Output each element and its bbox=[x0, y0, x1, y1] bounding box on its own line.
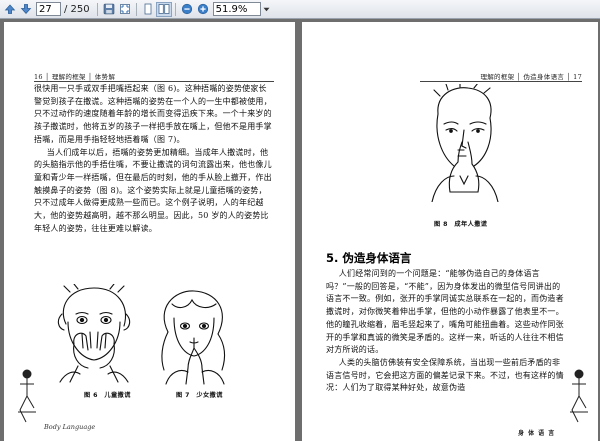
left-running-head: 16 │ 理解的框架 │ 体势解 bbox=[34, 73, 116, 81]
paragraph: 很快用一只手或双手把嘴捂起来（图 6)。这种捂嘴的姿势使家长警觉到孩子在撒谎。这… bbox=[34, 84, 272, 144]
paragraph: 人们经常问到的一个问题是：“能够伪造自己的身体语言吗？”一般的回答是，“不能”，… bbox=[326, 269, 564, 355]
zoom-in-button[interactable] bbox=[195, 2, 211, 17]
figure-6-caption: 图 6 儿童撒谎 bbox=[84, 392, 131, 399]
toolbar-divider bbox=[96, 2, 98, 16]
arrow-up-icon bbox=[4, 4, 16, 14]
left-running-head-rule bbox=[34, 81, 274, 82]
figure-8-adult-touching-nose-illustration bbox=[431, 84, 499, 202]
single-page-icon bbox=[144, 3, 152, 15]
toolbar: / 250 bbox=[0, 0, 600, 19]
single-page-view-button[interactable] bbox=[140, 2, 156, 17]
figure-7-girl-finger-on-lips-illustration bbox=[161, 290, 226, 385]
document-viewport[interactable]: 16 │ 理解的框架 │ 体势解 很快用一只手或双手把嘴捂起来（图 6)。这种捂… bbox=[0, 19, 600, 441]
fit-page-icon bbox=[119, 4, 130, 14]
zoom-out-icon bbox=[181, 3, 192, 15]
chevron-down-icon bbox=[263, 7, 270, 11]
save-button[interactable] bbox=[101, 2, 117, 17]
right-running-head: 理解的框架 │ 伪造身体语言 │ 17 bbox=[480, 73, 582, 81]
arrow-down-icon bbox=[20, 4, 32, 15]
zoom-out-button[interactable] bbox=[179, 2, 195, 17]
page-count-label: / 250 bbox=[64, 3, 90, 15]
floppy-disk-icon bbox=[103, 3, 114, 15]
left-page: 16 │ 理解的框架 │ 体势解 很快用一只手或双手把嘴捂起来（图 6)。这种捂… bbox=[4, 22, 295, 441]
figure-8-caption: 图 8 成年人撒谎 bbox=[434, 221, 488, 228]
next-page-button[interactable] bbox=[18, 2, 34, 17]
two-page-icon bbox=[158, 4, 170, 14]
previous-page-button[interactable] bbox=[2, 2, 18, 17]
left-footer-script: Body Language bbox=[44, 423, 96, 431]
right-footer-label: 身 体 语 言 bbox=[518, 430, 556, 437]
page-number-input[interactable] bbox=[36, 2, 61, 16]
toolbar-divider bbox=[174, 2, 176, 16]
fit-page-button[interactable] bbox=[117, 2, 133, 17]
paragraph: 人类的头脑仿佛装有安全保障系统，当出现一些前后矛盾的非语言信号时，它会把这方面的… bbox=[326, 357, 564, 393]
pdf-reader-window: / 250 bbox=[0, 0, 600, 441]
figure-7-caption: 图 7 少女撒谎 bbox=[176, 392, 223, 399]
right-page: 理解的框架 │ 伪造身体语言 │ 17 图 8 成年人撒谎 5. 伪造身体语言 … bbox=[302, 22, 598, 441]
toolbar-divider bbox=[135, 2, 137, 16]
zoom-dropdown-button[interactable] bbox=[262, 2, 272, 16]
figure-6-child-covering-mouth-illustration bbox=[57, 284, 131, 383]
paragraph: 当人们成年以后，捂嘴的姿势更加精细。当成年人撒谎时，他的头脑指示他的手捂住嘴，不… bbox=[34, 147, 272, 233]
two-page-view-button[interactable] bbox=[155, 1, 172, 17]
seated-figure-ornament-icon bbox=[570, 369, 588, 423]
right-body-text: 人们经常问到的一个问题是：“能够伪造自己的身体语言吗？”一般的回答是，“不能”，… bbox=[326, 268, 568, 395]
right-running-head-rule bbox=[420, 81, 582, 82]
left-body-text: 很快用一只手或双手把嘴捂起来（图 6)。这种捂嘴的姿势使家长警觉到孩子在撒谎。这… bbox=[34, 83, 274, 235]
zoom-level-input[interactable] bbox=[212, 2, 261, 16]
seated-figure-ornament-icon bbox=[18, 369, 36, 423]
section-heading: 5. 伪造身体语言 bbox=[326, 251, 412, 265]
zoom-in-icon bbox=[197, 3, 208, 15]
